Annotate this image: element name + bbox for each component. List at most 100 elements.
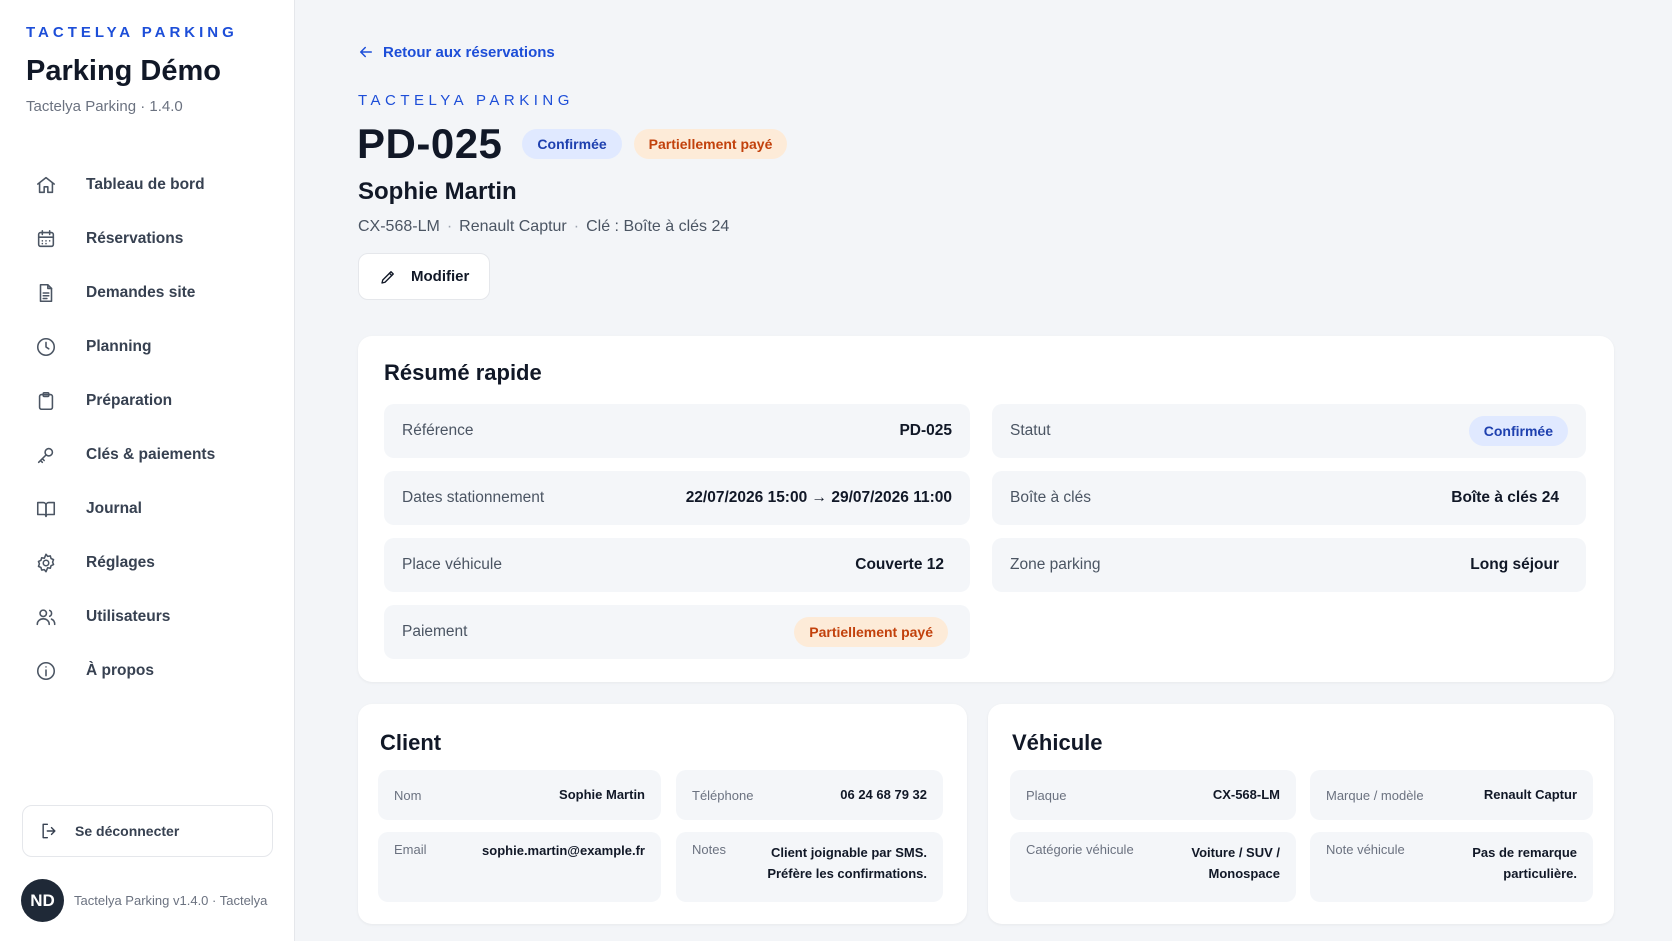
field-label: Place véhicule: [402, 556, 502, 573]
field-label: Plaque: [1026, 787, 1067, 803]
edit-button-label: Modifier: [411, 268, 470, 285]
field-value: sophie.martin@example.fr: [482, 843, 645, 858]
field-label: Marque / modèle: [1326, 787, 1424, 803]
sidebar-item-keys-payments[interactable]: Clés & paiements: [22, 428, 277, 482]
field-value: 06 24 68 79 32: [840, 787, 927, 802]
sidebar-item-label: Tableau de bord: [86, 176, 205, 193]
note-line: particulière.: [1503, 866, 1577, 881]
sidebar-item-label: Planning: [86, 338, 152, 355]
field-label: Zone parking: [1010, 556, 1101, 573]
sidebar-item-label: Réglages: [86, 554, 155, 571]
status-badge: Confirmée: [1468, 416, 1568, 446]
sidebar-item-label: À propos: [86, 662, 155, 679]
logout-icon: [42, 823, 56, 839]
sidebar-item-label: Demandes site: [86, 284, 196, 301]
field-client-phone: Téléphone 06 24 68 79 32: [676, 770, 943, 820]
main-content: Retour aux réservations TACTELYA PARKING…: [295, 0, 1672, 941]
info-icon: [34, 659, 58, 683]
sidebar-item-dashboard[interactable]: Tableau de bord: [22, 158, 277, 212]
field-vehicle-note: Note véhicule Pas de remarque particulièr…: [1310, 832, 1593, 902]
field-dates: Dates stationnement 22/07/2026 15:00 → 2…: [384, 471, 970, 525]
field-value: CX-568-LM: [1212, 787, 1280, 802]
field-value: Pas de remarque particulière.: [1472, 842, 1577, 902]
field-client-name: Nom Sophie Martin: [378, 770, 661, 820]
document-icon: [34, 281, 58, 305]
pencil-icon: [381, 270, 394, 284]
back-link-label: Retour aux réservations: [383, 43, 555, 61]
page-eyebrow: TACTELYA PARKING: [358, 92, 574, 109]
back-link[interactable]: Retour aux réservations: [357, 43, 555, 61]
home-icon: [34, 173, 58, 197]
field-client-email: Email sophie.martin@example.fr: [378, 832, 661, 902]
field-status: Statut Confirmée: [992, 404, 1586, 458]
field-label: Paiement: [402, 623, 468, 640]
meta-plate: CX-568-LM: [358, 218, 440, 235]
sidebar-item-label: Journal: [86, 500, 142, 517]
sidebar-item-settings[interactable]: Réglages: [22, 536, 277, 590]
sidebar-item-journal[interactable]: Journal: [22, 482, 277, 536]
sidebar-item-label: Préparation: [86, 392, 173, 409]
gear-icon: [34, 551, 58, 575]
status-badge: Confirmée: [522, 129, 622, 159]
sidebar-item-about[interactable]: À propos: [22, 644, 277, 698]
note-line: Pas de remarque: [1472, 845, 1577, 860]
edit-button[interactable]: Modifier: [358, 253, 490, 300]
sidebar-item-label: Utilisateurs: [86, 608, 171, 625]
key-icon: [34, 443, 58, 467]
field-vehicle-plate: Plaque CX-568-LM: [1010, 770, 1296, 820]
footer-version: Tactelya Parking v1.4.0 · Tactelya: [74, 893, 268, 908]
summary-title: Résumé rapide: [384, 360, 542, 385]
field-reference: Référence PD-025: [384, 404, 970, 458]
vehicle-card-title: Véhicule: [1012, 730, 1103, 755]
brand-eyebrow: TACTELYA PARKING: [26, 24, 238, 41]
field-label: Notes: [692, 842, 726, 857]
brand-subtitle: Tactelya Parking · 1.4.0: [26, 98, 183, 115]
field-label: Boîte à clés: [1010, 489, 1091, 506]
field-label: Dates stationnement: [402, 489, 545, 506]
sidebar-item-preparation[interactable]: Préparation: [22, 374, 277, 428]
field-label: Nom: [394, 787, 422, 803]
summary-card: Résumé rapide Référence PD-025 Statut Co…: [358, 336, 1614, 682]
calendar-icon: [34, 227, 58, 251]
field-value: Sophie Martin: [559, 787, 645, 802]
sidebar-item-label: Réservations: [86, 230, 184, 247]
field-value: Couverte 12: [855, 556, 944, 573]
avatar[interactable]: ND: [21, 879, 64, 922]
users-icon: [34, 605, 58, 629]
clipboard-icon: [34, 389, 58, 413]
logout-button[interactable]: Se déconnecter: [22, 805, 273, 857]
sidebar-item-planning[interactable]: Planning: [22, 320, 277, 374]
sidebar-item-users[interactable]: Utilisateurs: [22, 590, 277, 644]
payment-badge: Partiellement payé: [794, 617, 948, 647]
client-name: Sophie Martin: [358, 178, 517, 205]
field-label: Référence: [402, 422, 474, 439]
clock-icon: [34, 335, 58, 359]
logout-label: Se déconnecter: [75, 823, 180, 839]
sidebar-nav: Tableau de bord Réservations Demandes si…: [22, 158, 277, 698]
client-card: Client Nom Sophie Martin Téléphone 06 24…: [358, 704, 967, 924]
field-label: Email: [394, 842, 427, 857]
brand-title: Parking Démo: [26, 55, 221, 87]
field-label: Note véhicule: [1326, 842, 1405, 857]
field-value: Renault Captur: [1483, 787, 1577, 802]
sidebar-item-label: Clés & paiements: [86, 446, 216, 463]
page-title: PD-025: [357, 120, 503, 167]
field-place: Place véhicule Couverte 12: [384, 538, 970, 592]
client-card-title: Client: [380, 730, 442, 755]
title-row: PD-025 Confirmée Partiellement payé: [357, 120, 799, 168]
vehicle-card: Véhicule Plaque CX-568-LM Marque / modèl…: [988, 704, 1614, 924]
notes-line: Client joignable par SMS.: [770, 845, 927, 860]
field-vehicle-category: Catégorie véhicule Voiture / SUV / Monosp…: [1010, 832, 1296, 902]
field-payment: Paiement Partiellement payé: [384, 605, 970, 659]
reservation-meta: CX-568-LM · Renault Captur · Clé : Boîte à c…: [358, 218, 730, 235]
meta-model: Renault Captur: [459, 218, 567, 235]
field-value: Client joignable par SMS. Préfère les con…: [767, 842, 927, 902]
field-label: Catégorie véhicule: [1026, 842, 1134, 857]
sidebar-footer: ND Tactelya Parking v1.4.0 · Tactelya: [21, 879, 267, 922]
category-line: Voiture / SUV /: [1191, 845, 1280, 860]
field-label: Statut: [1010, 422, 1051, 439]
notes-line: Préfère les confirmations.: [767, 866, 927, 881]
sidebar-item-reservations[interactable]: Réservations: [22, 212, 277, 266]
sidebar-item-site-requests[interactable]: Demandes site: [22, 266, 277, 320]
field-zone: Zone parking Long séjour: [992, 538, 1586, 592]
